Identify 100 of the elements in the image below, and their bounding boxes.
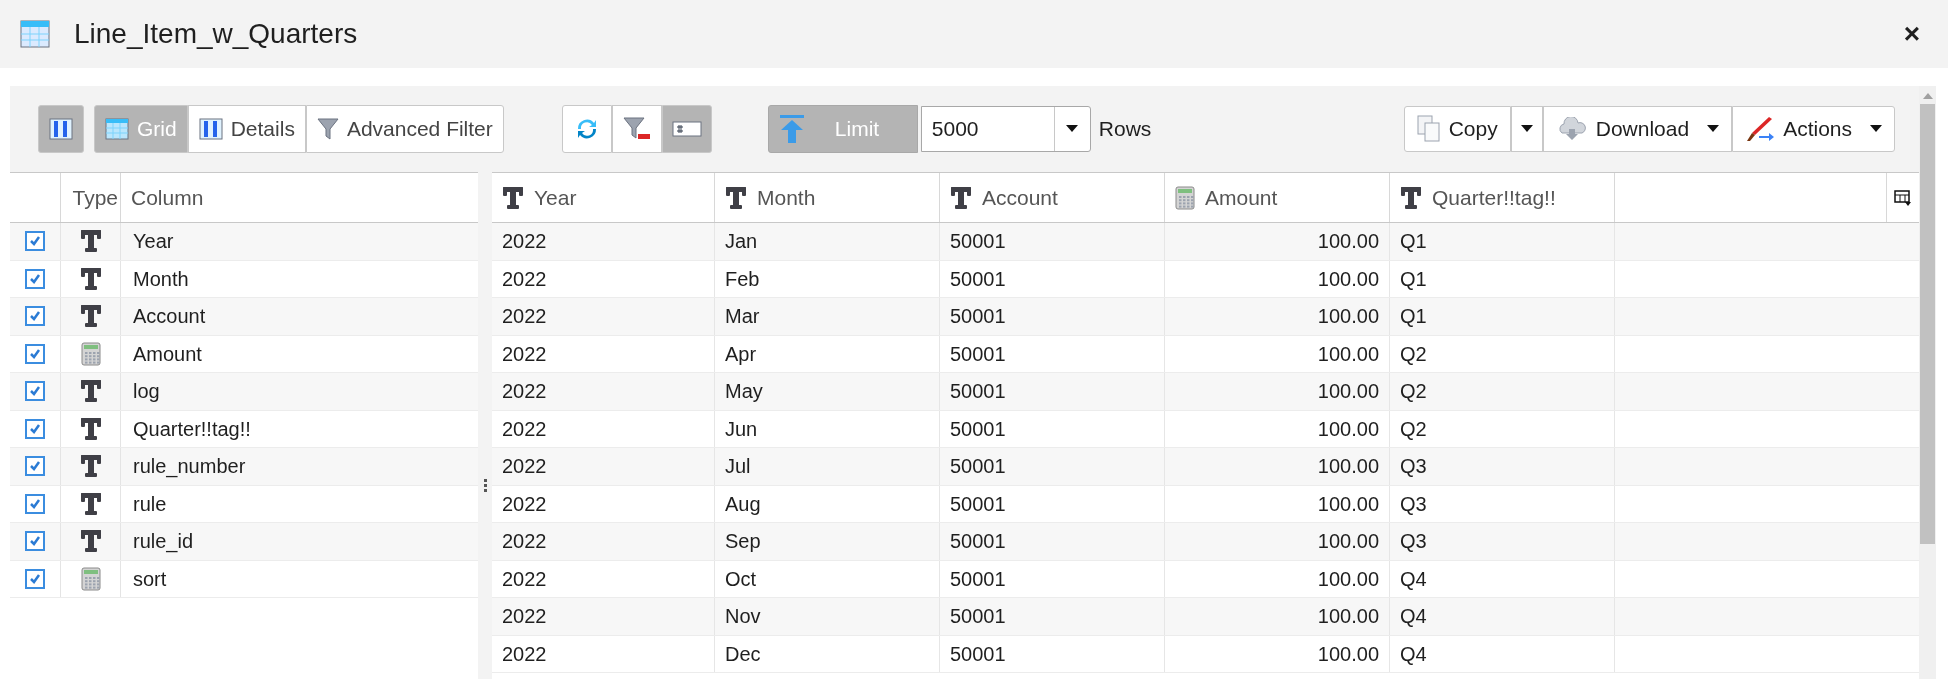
column-header[interactable]: Account	[940, 173, 1165, 222]
table-cell-text: 2022	[502, 341, 547, 367]
table-cell-text: 2022	[502, 266, 547, 292]
close-button[interactable]: ×	[1895, 20, 1928, 48]
calculator-icon	[80, 341, 101, 366]
checkmark-icon	[29, 572, 41, 585]
table-cell-text: 2022	[502, 641, 547, 667]
view-tab[interactable]: Details	[187, 105, 306, 153]
toolbar-button[interactable]	[561, 105, 612, 153]
text-type-icon	[725, 185, 747, 210]
column-name: Quarter!!tag!!	[133, 416, 251, 442]
caret-icon	[1066, 125, 1079, 133]
calculator-icon	[1175, 185, 1195, 210]
checkbox[interactable]	[25, 231, 45, 252]
table-cell-text: 2022	[502, 566, 547, 592]
table-cell-text: Jan	[725, 229, 758, 255]
checkmark-icon	[29, 422, 41, 435]
table-cell-text: May	[725, 379, 763, 405]
table-cell-text: Jul	[725, 454, 751, 480]
checkbox[interactable]	[25, 493, 45, 514]
column-name: log	[133, 379, 160, 405]
table-cell-text: Feb	[725, 266, 760, 292]
checkbox[interactable]	[25, 306, 45, 327]
table-cell-text: 100.00	[1317, 566, 1379, 592]
grid-icon	[105, 117, 129, 141]
table-cell-text: 100.00	[1317, 341, 1379, 367]
toolbar-button[interactable]	[661, 105, 712, 153]
table-cell-text: 50001	[950, 529, 1006, 555]
limit-field[interactable]: 5000	[920, 106, 1091, 152]
checkmark-icon	[29, 497, 41, 510]
arrow-up-icon	[778, 114, 805, 144]
table-cell-text: Sep	[725, 529, 761, 555]
table-cell-text: 50001	[950, 454, 1006, 480]
checkbox[interactable]	[25, 343, 45, 364]
table-cell-text: 2022	[502, 229, 547, 255]
table-cell-text: Apr	[725, 341, 757, 367]
checkmark-icon	[29, 535, 41, 548]
column-name: Month	[133, 266, 189, 292]
text-type-icon	[79, 529, 102, 554]
table-cell-text: Q1	[1400, 266, 1427, 292]
columns-icon	[198, 117, 223, 141]
text-type-icon	[79, 454, 102, 479]
table-cell-text: 2022	[502, 304, 547, 330]
text-type-icon	[79, 304, 102, 329]
table-cell-text: Q4	[1400, 641, 1427, 667]
column-header[interactable]: Amount	[1165, 173, 1390, 222]
table-cell-text: Q2	[1400, 416, 1427, 442]
table-cell-text: 100.00	[1317, 379, 1379, 405]
panel-toggle-button[interactable]	[38, 105, 84, 153]
table-cell-text: Dec	[725, 641, 761, 667]
table-cell-text: 50001	[950, 491, 1006, 517]
table-cell-text: Q3	[1400, 491, 1427, 517]
table-cell-text: Q4	[1400, 566, 1427, 592]
table-cell-text: 2022	[502, 379, 547, 405]
checkmark-icon	[29, 235, 41, 248]
scrollbar-thumb[interactable]	[1920, 104, 1935, 544]
text-type-icon	[79, 266, 102, 291]
actions-button[interactable]: Actions	[1732, 106, 1895, 152]
caret-icon	[1520, 125, 1533, 133]
column-header: Type	[61, 173, 121, 222]
text-type-icon	[79, 491, 102, 516]
table-cell-text: 50001	[950, 341, 1006, 367]
column-header: Column	[130, 184, 205, 211]
checkbox[interactable]	[25, 268, 45, 289]
filter-icon	[316, 117, 339, 141]
table-cell-text: 100.00	[1317, 416, 1379, 442]
checkbox[interactable]	[25, 456, 45, 477]
table-cell-text: 50001	[950, 566, 1006, 592]
view-tab[interactable]: Advanced Filter	[305, 105, 504, 153]
row-number-icon	[671, 119, 702, 139]
checkmark-icon	[29, 385, 41, 398]
text-type-icon	[502, 185, 524, 210]
column-header[interactable]: Month	[715, 173, 940, 222]
column-header[interactable]: Year	[492, 173, 715, 222]
dropdown-button[interactable]	[1510, 106, 1543, 152]
table-cell-text: 100.00	[1317, 304, 1379, 330]
splitter-handle-icon[interactable]	[483, 478, 487, 493]
brush-arrow-icon	[1745, 115, 1776, 143]
columns-icon	[49, 117, 73, 141]
table-cell-text: Q3	[1400, 529, 1427, 555]
checkbox[interactable]	[25, 381, 45, 402]
checkbox[interactable]	[25, 568, 45, 589]
checkbox[interactable]	[25, 418, 45, 439]
table-cell-text: 50001	[950, 229, 1006, 255]
scroll-up-icon[interactable]	[1922, 92, 1933, 100]
checkmark-icon	[29, 347, 41, 360]
column-chooser-icon[interactable]	[1894, 188, 1912, 207]
table-cell-text: 50001	[950, 641, 1006, 667]
checkmark-icon	[29, 272, 41, 285]
table-cell-text: 100.00	[1317, 491, 1379, 517]
checkbox[interactable]	[25, 531, 45, 552]
column-header[interactable]: Quarter!!tag!!	[1390, 173, 1615, 222]
text-type-icon	[79, 379, 102, 404]
table-cell-text: Oct	[725, 566, 757, 592]
copy-button[interactable]: Copy	[1403, 106, 1511, 152]
table-cell-text: Mar	[725, 304, 760, 330]
download-button[interactable]: Download	[1542, 106, 1733, 152]
table-cell-text: 2022	[502, 529, 547, 555]
toolbar-button[interactable]	[611, 105, 662, 153]
table-cell-text: 50001	[950, 266, 1006, 292]
